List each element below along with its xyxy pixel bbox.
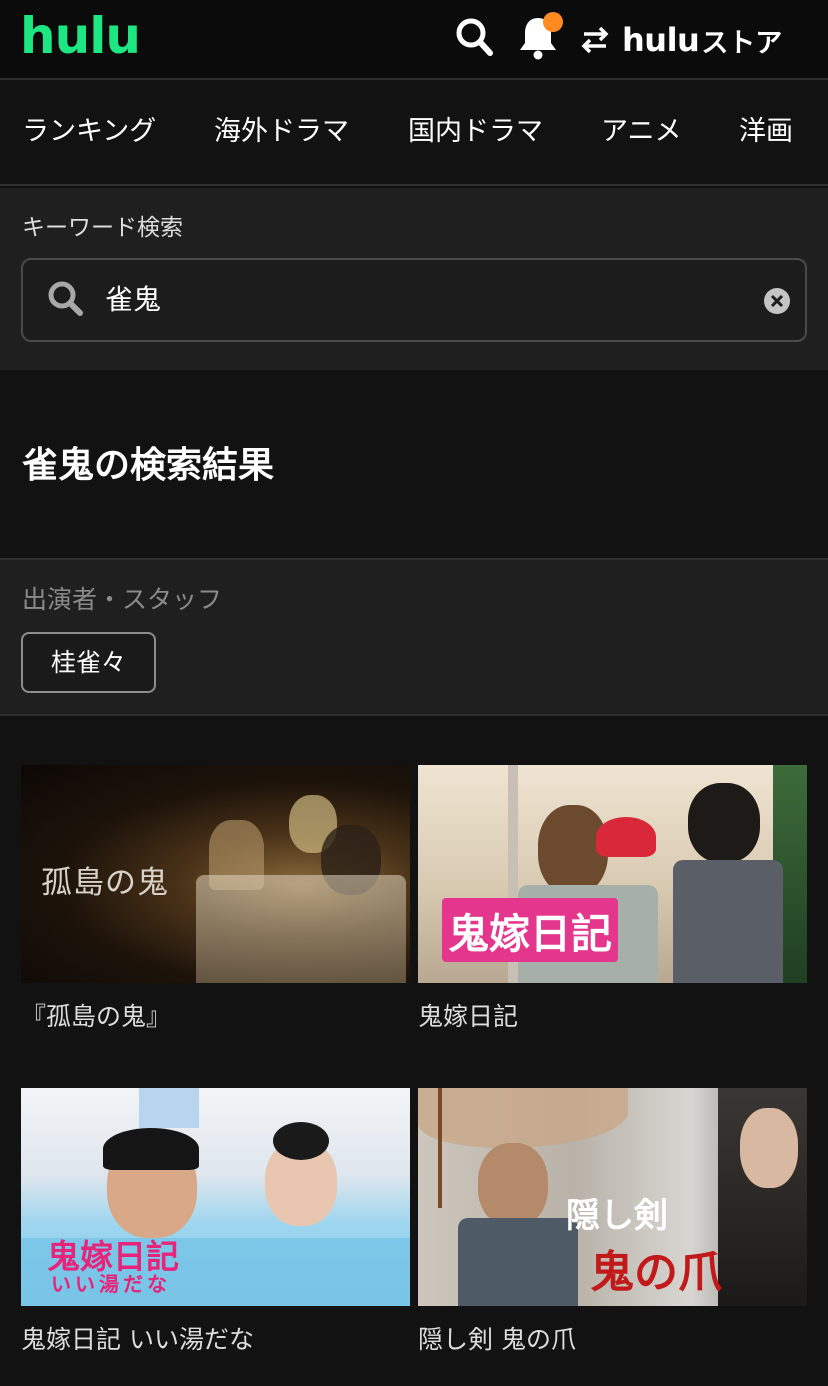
thumbnail-title-text: 鬼嫁日記	[442, 898, 618, 962]
search-input[interactable]: 雀鬼	[105, 276, 745, 324]
thumbnail-subtitle-text: いい湯だな	[51, 1272, 171, 1296]
title-thumbnail[interactable]: 隠し剣 鬼の爪	[418, 1088, 807, 1306]
notification-dot	[543, 12, 563, 32]
keyword-search-section: キーワード検索 雀鬼	[0, 188, 828, 370]
search-icon[interactable]	[452, 12, 496, 62]
nav-ranking[interactable]: ランキング	[22, 112, 156, 152]
thumbnail-title-text: 隠し剣	[566, 1196, 668, 1236]
cast-staff-section: 出演者・スタッフ 桂雀々	[0, 558, 828, 716]
title-thumbnail[interactable]: 鬼嫁日記	[418, 765, 807, 983]
thumbnail-title-text: 孤島の鬼	[41, 865, 169, 901]
nav-anime[interactable]: アニメ	[601, 112, 681, 152]
results-title: 雀鬼の検索結果	[22, 445, 275, 486]
cast-staff-label: 出演者・スタッフ	[22, 585, 223, 614]
nav-western-movies[interactable]: 洋画	[739, 112, 793, 152]
cast-chip[interactable]: 桂雀々	[21, 632, 157, 693]
hulu-store-link[interactable]: hulu ストア	[578, 18, 782, 62]
title-thumbnail[interactable]: 孤島の鬼	[21, 765, 410, 983]
thumbnail-subtitle-text: 鬼の爪	[590, 1247, 722, 1298]
title-name[interactable]: 『孤島の鬼』	[21, 999, 171, 1035]
search-icon	[48, 281, 83, 316]
title-name[interactable]: 鬼嫁日記 いい湯だな	[21, 1322, 254, 1358]
hulu-logo[interactable]: hulu	[20, 6, 141, 66]
search-box[interactable]: 雀鬼	[21, 258, 807, 342]
store-suffix: ストア	[701, 27, 783, 59]
nav-overseas-drama[interactable]: 海外ドラマ	[214, 112, 349, 152]
search-label: キーワード検索	[22, 215, 183, 241]
title-name[interactable]: 隠し剣 鬼の爪	[418, 1322, 576, 1358]
clear-icon[interactable]	[763, 287, 791, 315]
swap-icon	[581, 26, 609, 54]
store-logo-text: hulu	[622, 21, 700, 59]
title-thumbnail[interactable]: 鬼嫁日記 いい湯だな	[21, 1088, 410, 1306]
title-name[interactable]: 鬼嫁日記	[418, 999, 518, 1035]
nav-domestic-drama[interactable]: 国内ドラマ	[408, 112, 543, 152]
category-nav: ランキング 海外ドラマ 国内ドラマ アニメ 洋画	[0, 82, 828, 186]
top-header: hulu hulu ストア	[0, 0, 828, 80]
